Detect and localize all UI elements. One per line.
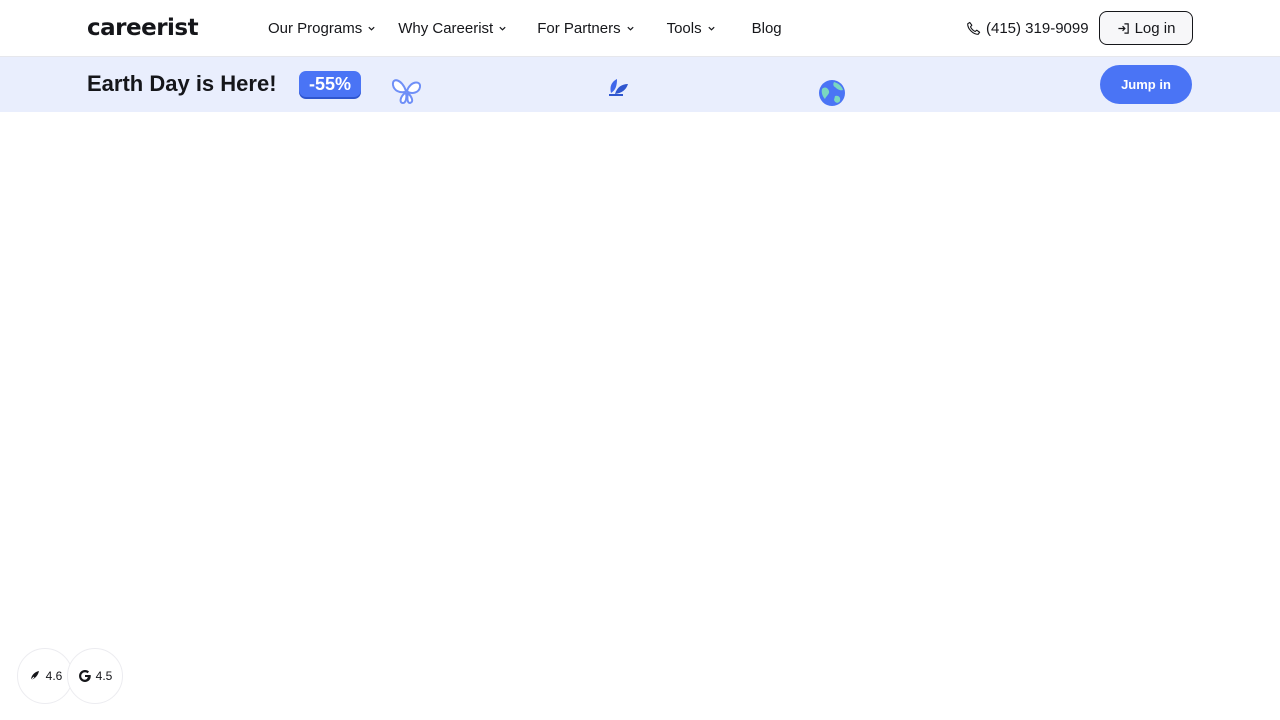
jump-in-button[interactable]: Jump in [1100,65,1192,104]
nav-label: Blog [751,19,782,37]
phone-number: (415) 319-9099 [986,19,1089,37]
nav-blog[interactable]: Blog [752,0,782,56]
rating-value: 4.5 [95,669,113,683]
nav-for-partners[interactable]: For Partners [537,0,634,56]
discount-badge: -55% [299,71,361,97]
google-icon [78,670,91,682]
chevron-down-icon [368,26,375,31]
butterfly-icon [391,79,422,105]
nav-why-careerist[interactable]: Why Careerist [398,0,507,56]
phone-link[interactable]: (415) 319-9099 [966,17,1089,39]
banner-title: Earth Day is Here! [87,71,277,96]
main-nav: Our Programs Why Careerist For Partners … [268,0,782,56]
chevron-down-icon [708,26,715,31]
site-header: careerist Our Programs Why Careerist For… [0,0,1280,57]
nav-label: Why Careerist [398,19,494,37]
login-arrow-icon [1117,22,1129,34]
leaves-icon [609,79,628,96]
google-rating-badge[interactable]: 4.5 [67,648,123,704]
nav-label: Our Programs [268,19,363,37]
phone-icon [967,21,981,35]
careerist-logo[interactable]: careerist [87,13,199,43]
trustpilot-icon [29,671,39,682]
nav-tools[interactable]: Tools [667,0,716,56]
globe-icon [819,80,845,106]
chevron-down-icon [626,26,634,31]
trustpilot-rating-badge[interactable]: 4.6 [17,648,73,704]
promo-banner: Earth Day is Here! -55% Jump in [0,57,1280,112]
nav-label: Tools [666,19,702,37]
nav-our-programs[interactable]: Our Programs [268,0,376,56]
rating-value: 4.6 [45,669,63,683]
login-label: Log in [1134,19,1176,37]
nav-label: For Partners [537,19,621,37]
login-button[interactable]: Log in [1099,11,1193,45]
chevron-down-icon [499,26,506,31]
